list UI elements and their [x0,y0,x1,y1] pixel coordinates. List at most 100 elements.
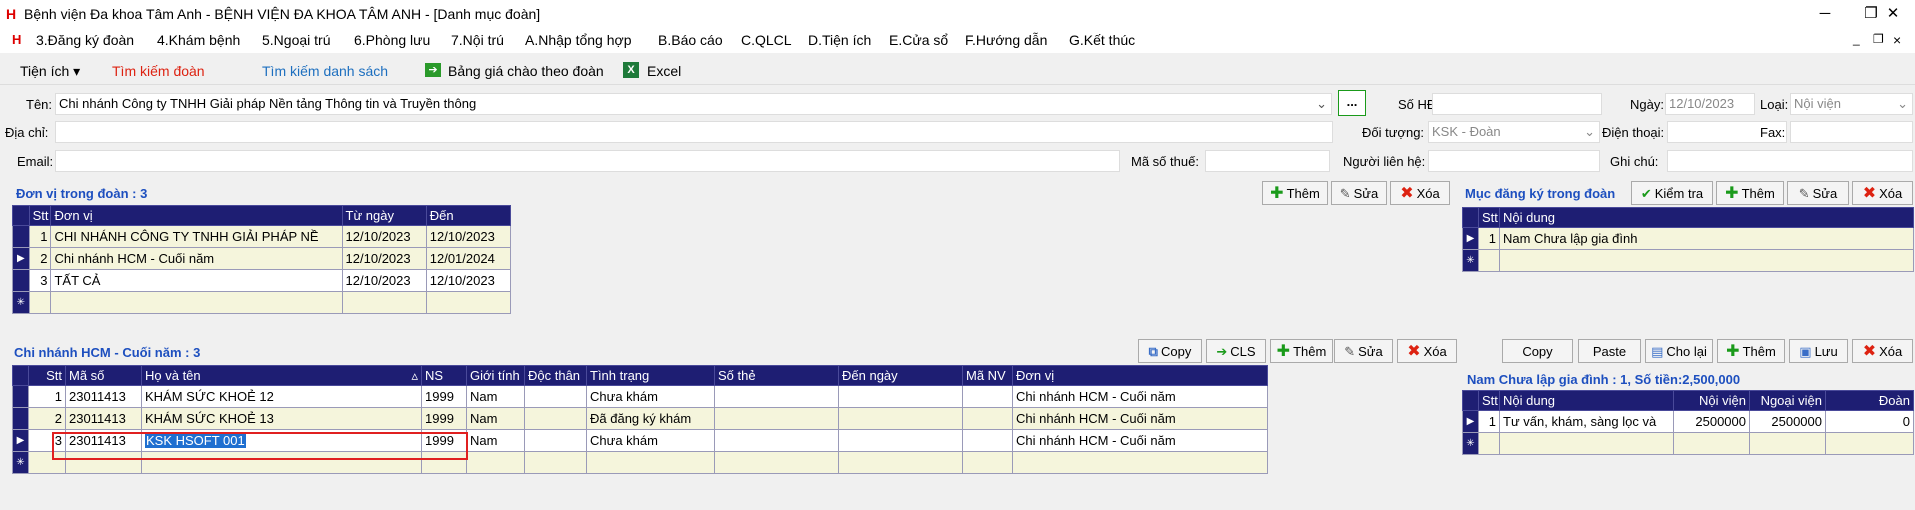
menu-register-group[interactable]: 3.Đăng ký đoàn [36,32,134,48]
members-add-button[interactable]: ✚ Thêm [1270,339,1333,363]
search-group-button[interactable]: Tìm kiếm đoàn [112,63,205,79]
type-combobox[interactable]: Nội viện ⌄ [1790,93,1913,115]
menu-reports[interactable]: B.Báo cáo [658,32,723,48]
table-row[interactable]: ▶ 2 Chi nhánh HCM - Cuối năm 12/10/2023 … [12,247,512,270]
col-fullname[interactable]: Họ và tên ▵ [141,365,422,386]
name-combobox[interactable]: Chi nhánh Công ty TNHH Giải pháp Nền tản… [55,93,1332,115]
tax-field[interactable] [1205,150,1330,172]
close-button[interactable]: ✕ [1870,0,1915,28]
utilities-dropdown[interactable]: Tiện ích ▾ [20,63,80,80]
date-label: Ngày: [1630,97,1664,112]
grid-header-indicator [12,365,29,386]
col-employee-id[interactable]: Mã NV [962,365,1013,386]
col-outpatient-price[interactable]: Ngoại viện [1749,390,1826,411]
members-delete-button[interactable]: ✖ Xóa [1397,339,1457,363]
menu-window[interactable]: E.Cửa sổ [889,32,948,48]
menu-examination[interactable]: 4.Khám bệnh [157,32,240,48]
contact-field[interactable] [1428,150,1600,172]
units-section-title: Đơn vị trong đoàn : 3 [16,186,148,201]
plus-icon: ✚ [1270,184,1284,202]
members-copy-button[interactable]: ⧉ Copy [1138,339,1202,363]
col-gender[interactable]: Giới tính [466,365,525,386]
paste-button[interactable]: Paste [1578,339,1641,363]
col-expiry-date[interactable]: Đến ngày [838,365,963,386]
fax-field[interactable] [1790,121,1913,143]
col-unit[interactable]: Đơn vị [1012,365,1268,386]
col-status[interactable]: Tình trạng [586,365,715,386]
app-logo-icon: H [6,6,17,22]
table-row[interactable]: ▶ 1 Tư vấn, khám, sàng lọc và 2500000 25… [1462,410,1914,433]
browse-button[interactable]: ... [1338,90,1366,116]
cls-button[interactable]: ➔ CLS [1206,339,1266,363]
phone-label: Điện thoại: [1602,125,1665,140]
mdi-close-button[interactable]: × [1893,32,1901,48]
menu-quality[interactable]: C.QLCL [741,32,792,48]
title-bar: H Bệnh viện Đa khoa Tâm Anh - BỆNH VIỆN … [0,0,1915,28]
col-unit[interactable]: Đơn vị [50,205,343,226]
table-row[interactable]: 3 TẤT CẢ 12/10/2023 12/10/2023 [12,269,512,292]
table-row[interactable]: 2 23011413 KHÁM SỨC KHOẺ 13 1999 Nam Đã … [12,407,1268,430]
units-delete-button[interactable]: ✖ Xóa [1390,181,1450,205]
excel-button[interactable]: Excel [647,63,681,79]
col-single[interactable]: Độc thân [524,365,587,386]
col-inpatient-price[interactable]: Nội viện [1673,390,1750,411]
col-from-date[interactable]: Từ ngày [341,205,427,226]
current-row-icon: ▶ [1462,227,1479,250]
mdi-restore-button[interactable]: ❐ [1873,32,1884,46]
target-combobox[interactable]: KSK - Đoàn ⌄ [1428,121,1600,143]
table-row[interactable]: ▶ 1 Nam Chưa lập gia đình [1462,227,1914,250]
new-row[interactable]: ✳ [1462,249,1914,272]
price-list-button[interactable]: Bảng giá chào theo đoàn [448,63,604,79]
services-copy-button[interactable]: Copy [1502,339,1573,363]
note-field[interactable] [1667,150,1913,172]
save-button[interactable]: ▣ Lưu [1789,339,1848,363]
col-content[interactable]: Nội dung [1499,207,1914,228]
services-delete-button[interactable]: ✖ Xóa [1852,339,1913,363]
name-label: Tên: [26,97,53,112]
document-icon: ▤ [1651,343,1664,359]
menu-summary-input[interactable]: A.Nhập tổng hợp [525,32,631,48]
col-stt[interactable]: Stt [1478,390,1500,411]
search-list-button[interactable]: Tìm kiếm danh sách [262,63,388,79]
checkmark-icon: ✔ [1640,185,1652,201]
table-row[interactable]: 1 CHI NHÁNH CÔNG TY TNHH GIẢI PHÁP NỀ 12… [12,225,512,248]
table-row[interactable]: 1 23011413 KHÁM SỨC KHOẺ 12 1999 Nam Chư… [12,385,1268,408]
col-code[interactable]: Mã số [65,365,142,386]
row-indicator [12,385,29,408]
address-field[interactable] [55,121,1333,143]
registrations-edit-button[interactable]: ✎ Sửa [1787,181,1849,205]
units-add-button[interactable]: ✚ Thêm [1262,181,1328,205]
registrations-delete-button[interactable]: ✖ Xóa [1852,181,1913,205]
members-edit-button[interactable]: ✎ Sửa [1334,339,1393,363]
col-birth-year[interactable]: NS [421,365,467,386]
grid-header-indicator [1462,390,1479,411]
col-stt[interactable]: Stt [1478,207,1500,228]
menu-utilities[interactable]: D.Tiện ích [808,32,871,48]
new-row[interactable]: ✳ [12,291,512,314]
col-stt[interactable]: Stt [28,365,66,386]
email-field[interactable] [55,150,1120,172]
menu-inpatient[interactable]: 7.Nội trú [451,32,504,48]
chevron-down-icon: ⌄ [1584,124,1595,139]
contract-field[interactable] [1432,93,1602,115]
check-button[interactable]: ✔ Kiểm tra [1631,181,1713,205]
minimize-button[interactable]: ─ [1802,0,1848,28]
date-field[interactable]: 12/10/2023 [1665,93,1755,115]
registrations-add-button[interactable]: ✚ Thêm [1716,181,1784,205]
menu-outpatient[interactable]: 5.Ngoại trú [262,32,330,48]
menu-help[interactable]: F.Hướng dẫn [965,32,1047,48]
col-stt[interactable]: Stt [28,205,52,226]
menu-exit[interactable]: G.Kết thúc [1069,32,1135,48]
tax-label: Mã số thuế: [1131,154,1199,169]
new-row[interactable]: ✳ [1462,432,1914,455]
col-card-number[interactable]: Số thẻ [714,365,839,386]
col-content[interactable]: Nội dung [1499,390,1674,411]
mdi-minimize-button[interactable]: _ [1853,32,1860,46]
menu-observation[interactable]: 6.Phòng lưu [354,32,430,48]
reset-button[interactable]: ▤ Cho lại [1645,339,1713,363]
members-section-title: Chi nhánh HCM - Cuối năm : 3 [14,345,201,360]
col-group-price[interactable]: Đoàn [1825,390,1914,411]
units-edit-button[interactable]: ✎ Sửa [1331,181,1387,205]
services-add-button[interactable]: ✚ Thêm [1717,339,1785,363]
col-to-date[interactable]: Đến [425,205,512,226]
